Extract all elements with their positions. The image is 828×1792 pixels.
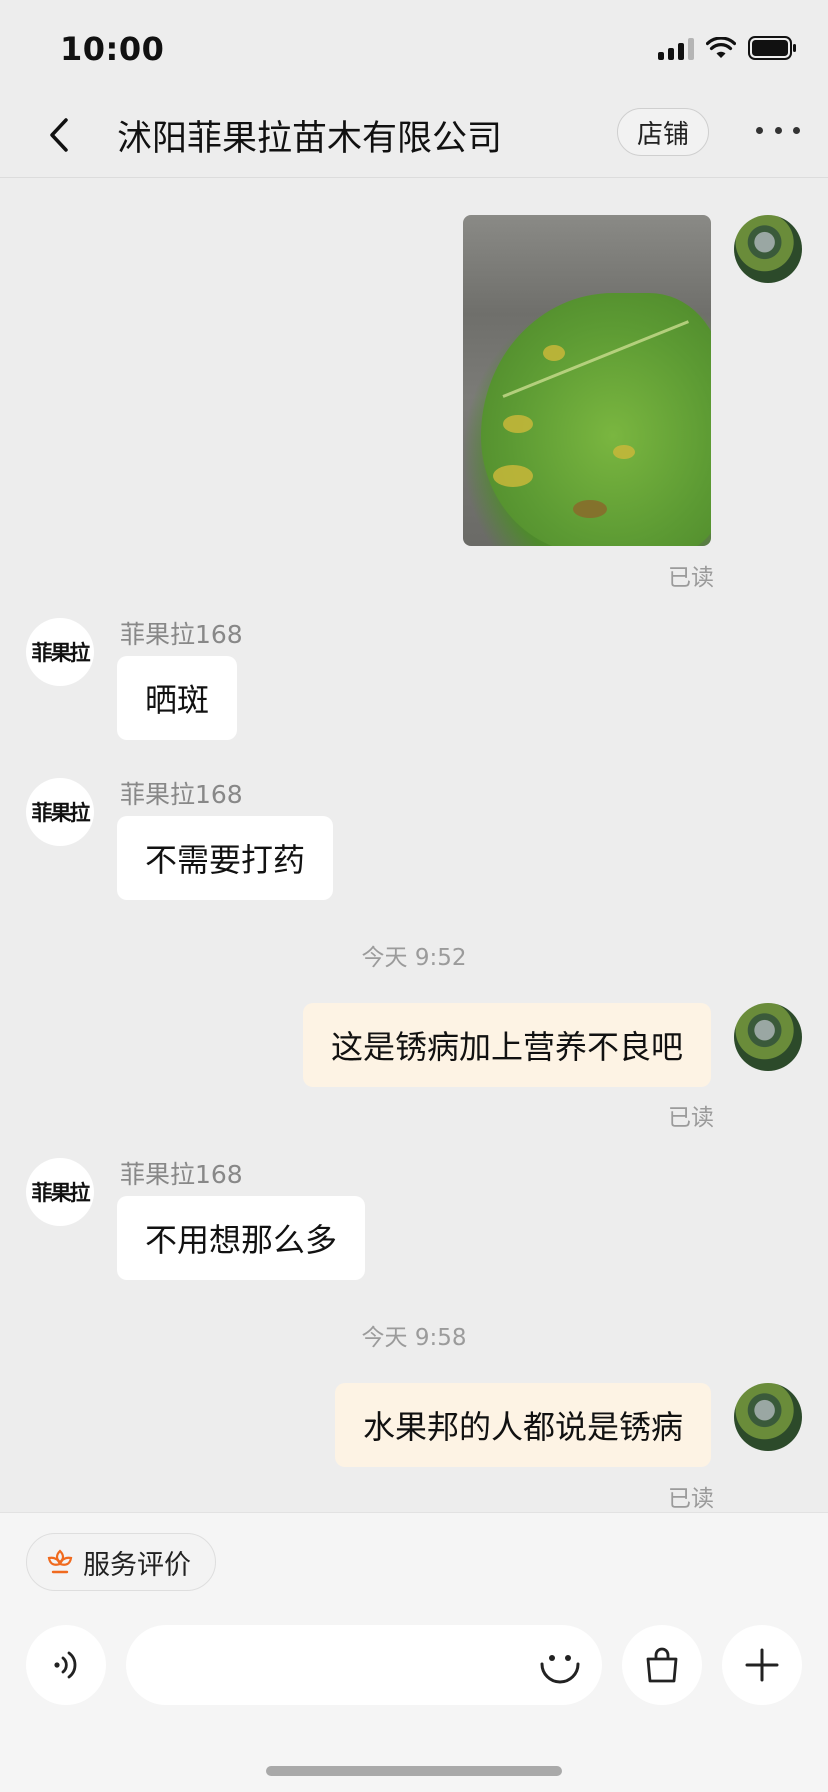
chat-timestamp: 今天 9:52 bbox=[361, 945, 467, 971]
message-bubble[interactable]: 这是锈病加上营养不良吧 bbox=[302, 1003, 711, 1087]
chat-timestamp: 今天 9:58 bbox=[361, 1325, 467, 1351]
sender-name: 菲果拉168 bbox=[120, 620, 243, 649]
status-icons bbox=[658, 36, 798, 60]
status-time: 10:00 bbox=[60, 30, 165, 68]
plus-icon bbox=[745, 1648, 779, 1682]
page-title: 沭阳菲果拉苗木有限公司 bbox=[117, 119, 503, 159]
voice-icon bbox=[54, 1651, 77, 1679]
home-indicator bbox=[266, 1766, 562, 1776]
shop-avatar[interactable]: 菲果拉 bbox=[26, 778, 94, 846]
user-avatar[interactable] bbox=[734, 1383, 802, 1451]
read-receipt: 已读 bbox=[668, 565, 714, 591]
shop-avatar[interactable]: 菲果拉 bbox=[26, 618, 94, 686]
bag-icon bbox=[646, 1647, 678, 1683]
shop-button[interactable]: 店铺 bbox=[617, 108, 709, 156]
message-bubble[interactable]: 晒斑 bbox=[117, 656, 238, 740]
service-rating-label: 服务评价 bbox=[83, 1549, 191, 1581]
message-bubble[interactable]: 不需要打药 bbox=[117, 816, 334, 900]
message-bubble[interactable]: 水果邦的人都说是锈病 bbox=[334, 1383, 711, 1467]
shop-avatar[interactable]: 菲果拉 bbox=[26, 1158, 94, 1226]
user-avatar[interactable] bbox=[734, 215, 802, 283]
nav-bar: 沭阳菲果拉苗木有限公司 店铺 bbox=[0, 96, 828, 178]
sender-name: 菲果拉168 bbox=[120, 780, 243, 809]
emoji-button[interactable] bbox=[532, 1637, 588, 1693]
wifi-icon bbox=[706, 37, 736, 58]
read-receipt: 已读 bbox=[668, 1105, 714, 1131]
signal-icon bbox=[658, 36, 694, 60]
service-rating-button[interactable]: 服务评价 bbox=[26, 1533, 216, 1591]
back-button[interactable] bbox=[34, 110, 84, 160]
sender-name: 菲果拉168 bbox=[120, 1160, 243, 1189]
user-avatar[interactable] bbox=[734, 1003, 802, 1071]
more-actions-button[interactable] bbox=[722, 1625, 802, 1705]
status-bar: 10:00 bbox=[0, 0, 828, 96]
more-button[interactable] bbox=[756, 118, 800, 142]
input-area: 服务评价 bbox=[0, 1512, 828, 1792]
back-icon bbox=[50, 118, 68, 152]
message-input[interactable] bbox=[126, 1625, 602, 1705]
leaf-photo-message[interactable] bbox=[463, 215, 711, 546]
emoji-icon bbox=[540, 1655, 580, 1684]
read-receipt: 已读 bbox=[668, 1486, 714, 1512]
flower-icon bbox=[47, 1549, 73, 1574]
message-bubble[interactable]: 不用想那么多 bbox=[117, 1196, 366, 1280]
more-icon bbox=[756, 126, 763, 134]
voice-button[interactable] bbox=[26, 1625, 106, 1705]
product-button[interactable] bbox=[622, 1625, 702, 1705]
battery-icon bbox=[748, 36, 796, 60]
